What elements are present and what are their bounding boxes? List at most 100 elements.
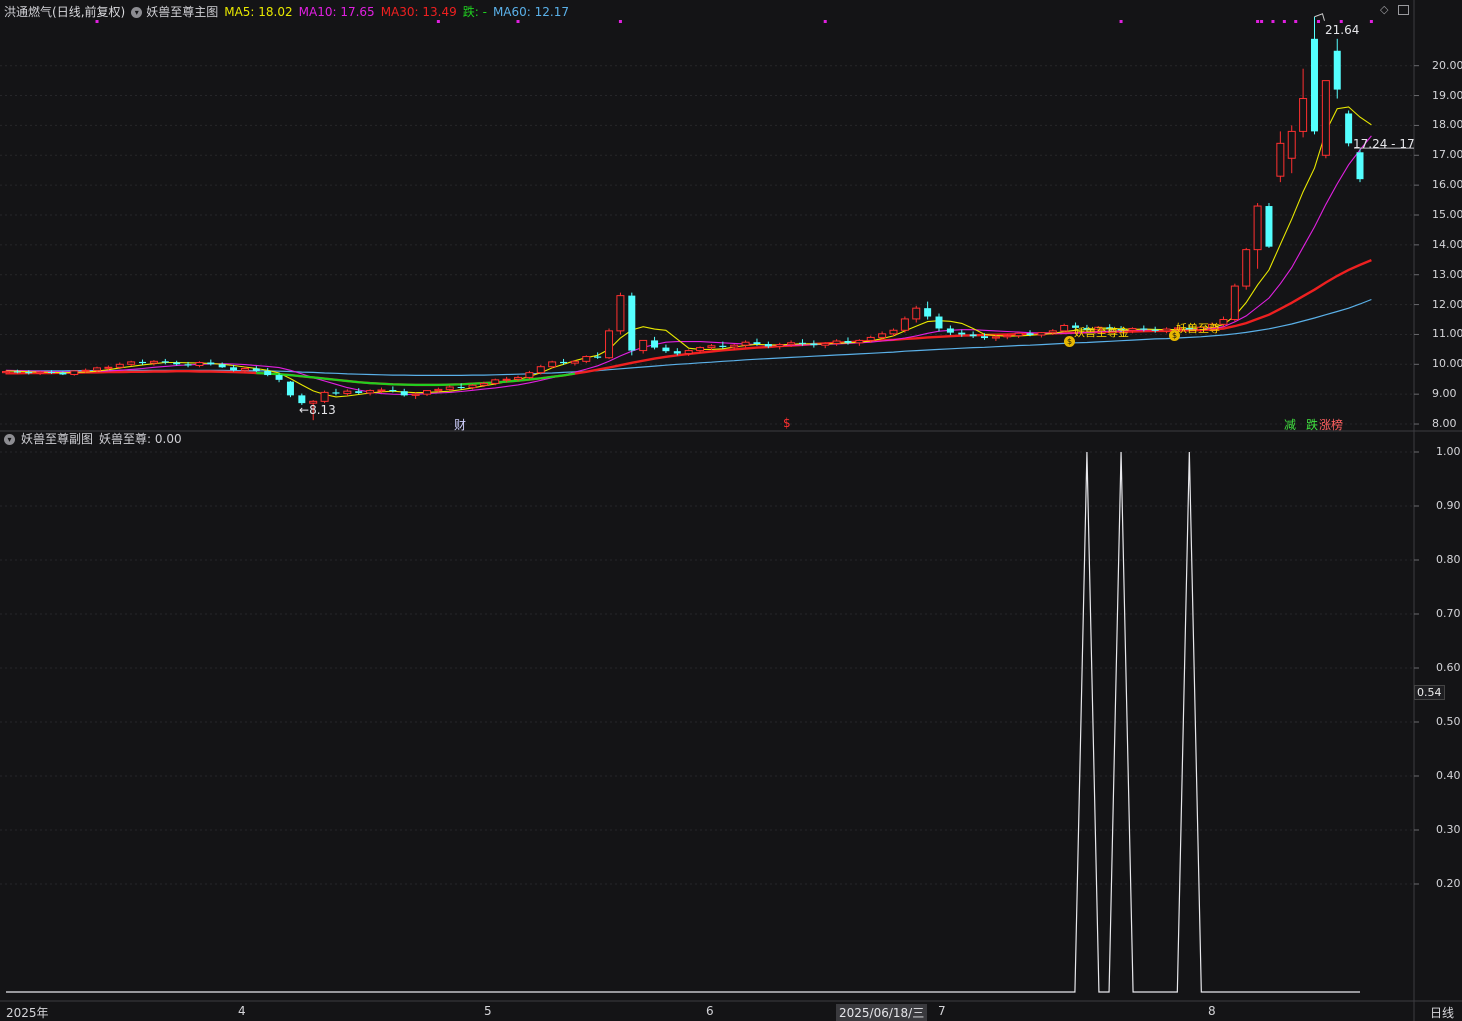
mark-dollar[interactable]: $ (783, 416, 791, 430)
candle-body (343, 390, 352, 395)
candle (662, 344, 670, 353)
candle-body (570, 360, 579, 364)
main-y-tick-label: 10.00 (1432, 357, 1462, 371)
stock-mode[interactable]: (日线,前复权) (52, 4, 125, 20)
candle-body (605, 330, 614, 359)
main-y-tick-label: 12.00 (1432, 297, 1462, 311)
stock-name[interactable]: 洪通燃气 (4, 4, 52, 20)
candle-body (560, 361, 568, 364)
candle-body (1356, 152, 1364, 180)
signal-dot (1256, 20, 1260, 23)
chart-frame (0, 0, 1462, 1021)
candle (173, 360, 181, 366)
high-pointer (1314, 13, 1325, 21)
candle (195, 361, 204, 368)
date-axis-label: 2025年 (6, 1006, 49, 1020)
candle-body (25, 372, 33, 374)
candle-body (1140, 328, 1148, 330)
candle-body (434, 388, 443, 392)
cursor-price-text: 17.24 - 17 (1353, 137, 1415, 151)
candle (1265, 203, 1273, 248)
coin-icon[interactable]: $ (1169, 330, 1180, 341)
candle (821, 342, 830, 349)
signal-mark-2[interactable]: 妖兽至尊 (1176, 320, 1220, 336)
candle-body (1014, 332, 1023, 337)
candle (127, 360, 136, 367)
candle (1356, 149, 1364, 183)
candle-body (662, 347, 670, 352)
cursor-price-tag: 17.24 - 17 (1353, 137, 1415, 151)
candle-body (389, 389, 397, 392)
candle (1037, 332, 1046, 338)
indicator-name[interactable]: 妖兽至尊主图 (146, 4, 218, 20)
candle (628, 292, 636, 356)
candle (1253, 203, 1262, 269)
candle (1333, 38, 1341, 99)
mark-zhangbang[interactable]: 涨榜 (1319, 416, 1343, 433)
candle-body (1151, 329, 1159, 331)
candle (1299, 68, 1308, 138)
candle-body (491, 379, 500, 384)
candle-body (594, 356, 602, 358)
candle-body (1128, 327, 1137, 331)
main-legend: 洪通燃气 (日线,前复权) ▾ 妖兽至尊主图 MA5: 18.02 MA10: 1… (4, 4, 575, 20)
candle-body (1230, 285, 1239, 321)
window-icon[interactable] (1398, 5, 1409, 15)
candle (651, 336, 659, 350)
indicator-toggle-icon[interactable]: ▾ (131, 6, 143, 18)
main-y-tick-label: 11.00 (1432, 327, 1462, 341)
candle-body (1242, 249, 1251, 287)
candle-body (912, 307, 921, 320)
candle (1060, 323, 1069, 333)
period-label[interactable]: 日线 (1430, 1004, 1454, 1021)
candle-body (1003, 335, 1012, 338)
ma-legend: MA5: 18.02 MA10: 17.65 MA30: 13.49 跌: - MA60… (224, 4, 575, 20)
candle-body (104, 366, 113, 369)
sub-indicator-toggle-icon[interactable]: ▾ (4, 433, 15, 445)
sub-legend: ▾ 妖兽至尊副图 妖兽至尊: 0.00 (4, 431, 182, 447)
candle-body (1060, 324, 1069, 332)
coin-icon[interactable]: $ (1064, 336, 1075, 347)
candle-body (366, 390, 375, 394)
candle-body (332, 392, 340, 394)
candle (582, 355, 591, 364)
candle-body (479, 382, 488, 386)
candle (775, 342, 784, 350)
signal-dot (823, 20, 827, 23)
signal-dot (95, 20, 99, 23)
candle-body (730, 344, 739, 348)
candle-body (924, 308, 932, 317)
chart-canvas[interactable] (0, 0, 1462, 1021)
candle-body (741, 341, 750, 346)
candle-body (514, 376, 523, 380)
candle (639, 339, 648, 354)
candle-body (298, 395, 306, 404)
sub-y-tick-label: 1.00 (1436, 445, 1461, 458)
signal-dot (516, 20, 520, 23)
main-y-tick-label: 15.00 (1432, 208, 1462, 221)
mark-jian[interactable]: 减 (1284, 416, 1296, 433)
candle (366, 389, 375, 396)
candle (1242, 247, 1251, 290)
main-y-tick-label: 14.00 (1432, 237, 1462, 251)
candle (332, 388, 340, 396)
candle-body (958, 332, 966, 335)
signal-mark-1[interactable]: 妖兽至尊金 (1074, 324, 1129, 340)
diamond-icon[interactable]: ◇ (1380, 4, 1392, 16)
candle-body (275, 375, 283, 380)
main-y-tick-label: 16.00 (1432, 178, 1462, 192)
date-axis-label: 4 (238, 1004, 246, 1018)
signal-dot (618, 20, 622, 23)
sub-indicator-title[interactable]: 妖兽至尊副图 (21, 431, 93, 447)
candle-body (502, 378, 511, 381)
candle (1276, 131, 1285, 183)
ma30-line (6, 258, 1372, 387)
ma-legend-item: MA30: 13.49 (380, 5, 457, 19)
candle (1310, 16, 1318, 135)
candle (570, 360, 579, 366)
candle-body (900, 318, 909, 331)
mark-die[interactable]: 跌 (1306, 416, 1318, 433)
ma-legend-item: MA5: 18.02 (224, 5, 293, 19)
mark-cai[interactable]: 财 (454, 416, 466, 433)
candle-body (2, 370, 10, 374)
